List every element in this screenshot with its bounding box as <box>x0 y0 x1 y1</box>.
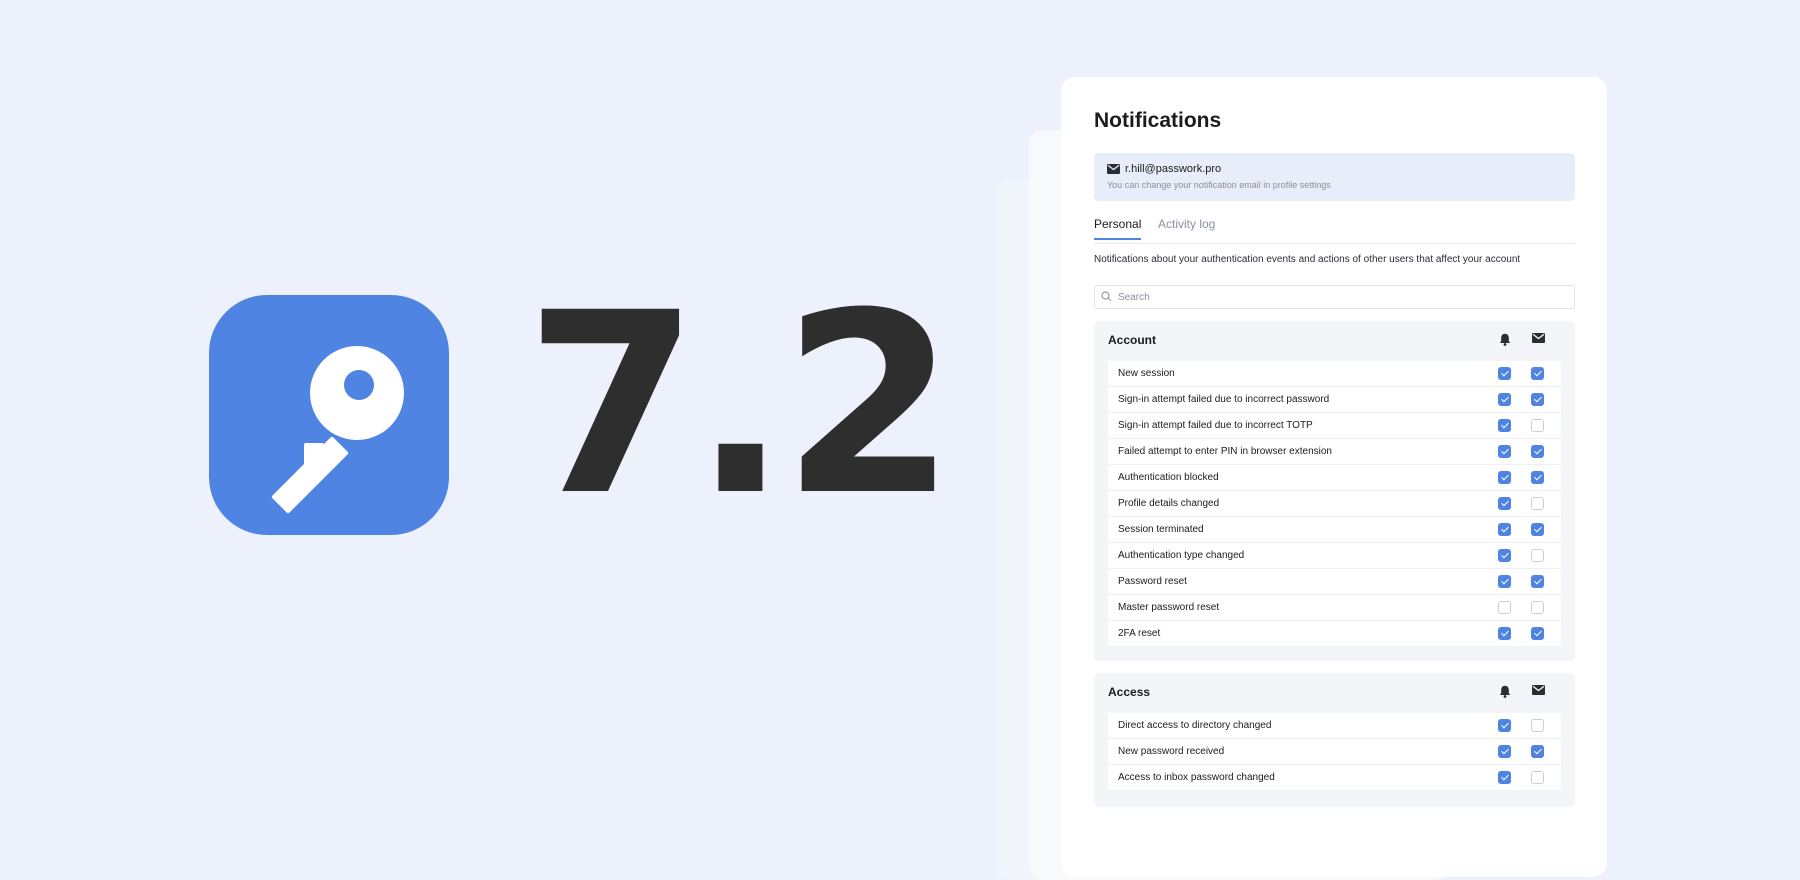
email-notification-checkbox[interactable] <box>1531 523 1544 536</box>
notification-label: Authentication blocked <box>1118 472 1219 483</box>
app-notification-checkbox[interactable] <box>1498 419 1511 432</box>
app-notification-checkbox[interactable] <box>1498 575 1511 588</box>
notification-label: New session <box>1118 368 1175 379</box>
app-notification-checkbox[interactable] <box>1498 393 1511 406</box>
list-item: Master password reset <box>1108 595 1561 621</box>
notification-label: Failed attempt to enter PIN in browser e… <box>1118 446 1332 457</box>
list-item: New password received <box>1108 739 1561 765</box>
email-notification-checkbox[interactable] <box>1531 445 1544 458</box>
mail-icon <box>1107 164 1120 174</box>
notification-label: Sign-in attempt failed due to incorrect … <box>1118 420 1313 431</box>
tab-bar: Personal Activity log <box>1094 217 1575 244</box>
version-number: 7.2 <box>525 259 956 550</box>
list-item: 2FA reset <box>1108 621 1561 647</box>
group-account: Account New session Sign-in attempt faile… <box>1094 321 1575 661</box>
list-item: Session terminated <box>1108 517 1561 543</box>
notification-label: Access to inbox password changed <box>1118 772 1275 783</box>
search-icon <box>1101 291 1112 302</box>
app-notification-checkbox[interactable] <box>1498 745 1511 758</box>
email-notification-checkbox[interactable] <box>1531 575 1544 588</box>
app-notification-checkbox[interactable] <box>1498 771 1511 784</box>
group-title: Access <box>1108 685 1151 699</box>
mail-icon <box>1532 333 1545 343</box>
email-notification-checkbox[interactable] <box>1531 745 1544 758</box>
section-description: Notifications about your authentication … <box>1094 254 1521 265</box>
key-icon <box>271 346 404 514</box>
notification-label: Authentication type changed <box>1118 550 1245 561</box>
notification-label: New password received <box>1118 746 1225 757</box>
notification-label: 2FA reset <box>1118 628 1161 639</box>
list-item: Authentication type changed <box>1108 543 1561 569</box>
notification-label: Password reset <box>1118 576 1187 587</box>
list-item: Sign-in attempt failed due to incorrect … <box>1108 413 1561 439</box>
list-item: Password reset <box>1108 569 1561 595</box>
app-notification-checkbox[interactable] <box>1498 445 1511 458</box>
email-notification-checkbox[interactable] <box>1531 419 1544 432</box>
email-notification-checkbox[interactable] <box>1531 601 1544 614</box>
email-notification-checkbox[interactable] <box>1531 367 1544 380</box>
notifications-panel: Notifications r.hill@passwork.pro You ca… <box>1061 77 1607 877</box>
app-notification-checkbox[interactable] <box>1498 627 1511 640</box>
list-item: New session <box>1108 361 1561 387</box>
list-item: Profile details changed <box>1108 491 1561 517</box>
app-notification-checkbox[interactable] <box>1498 523 1511 536</box>
email-notification-checkbox[interactable] <box>1531 719 1544 732</box>
list-item: Sign-in attempt failed due to incorrect … <box>1108 387 1561 413</box>
app-notification-checkbox[interactable] <box>1498 601 1511 614</box>
bell-icon <box>1499 333 1511 346</box>
notification-label: Session terminated <box>1118 524 1204 535</box>
notification-label: Master password reset <box>1118 602 1220 613</box>
group-title: Account <box>1108 333 1156 347</box>
app-logo <box>209 295 449 535</box>
group-access: Access Direct access to directory change… <box>1094 673 1575 807</box>
access-rows: Direct access to directory changed New pa… <box>1108 713 1561 791</box>
list-item: Direct access to directory changed <box>1108 713 1561 739</box>
notification-label: Sign-in attempt failed due to incorrect … <box>1118 394 1330 405</box>
app-notification-checkbox[interactable] <box>1498 549 1511 562</box>
bell-icon <box>1499 685 1511 698</box>
mail-icon <box>1532 685 1545 695</box>
search-input[interactable] <box>1116 288 1560 306</box>
search-box <box>1094 285 1575 309</box>
notification-label: Direct access to directory changed <box>1118 720 1272 731</box>
email-notification-checkbox[interactable] <box>1531 471 1544 484</box>
email-notification-checkbox[interactable] <box>1531 393 1544 406</box>
account-rows: New session Sign-in attempt failed due to… <box>1108 361 1561 647</box>
notification-label: Profile details changed <box>1118 498 1220 509</box>
page-title: Notifications <box>1094 109 1222 132</box>
app-notification-checkbox[interactable] <box>1498 367 1511 380</box>
app-notification-checkbox[interactable] <box>1498 497 1511 510</box>
email-notification-checkbox[interactable] <box>1531 627 1544 640</box>
list-item: Failed attempt to enter PIN in browser e… <box>1108 439 1561 465</box>
email-notification-checkbox[interactable] <box>1531 771 1544 784</box>
list-item: Access to inbox password changed <box>1108 765 1561 791</box>
app-notification-checkbox[interactable] <box>1498 471 1511 484</box>
tab-personal[interactable]: Personal <box>1094 217 1142 240</box>
email-notification-checkbox[interactable] <box>1531 497 1544 510</box>
email-notification-checkbox[interactable] <box>1531 549 1544 562</box>
email-hint: You can change your notification email i… <box>1107 180 1331 190</box>
tab-activity-log[interactable]: Activity log <box>1158 217 1215 238</box>
notification-email-box: r.hill@passwork.pro You can change your … <box>1094 153 1575 201</box>
notification-email: r.hill@passwork.pro <box>1125 163 1222 175</box>
app-notification-checkbox[interactable] <box>1498 719 1511 732</box>
list-item: Authentication blocked <box>1108 465 1561 491</box>
